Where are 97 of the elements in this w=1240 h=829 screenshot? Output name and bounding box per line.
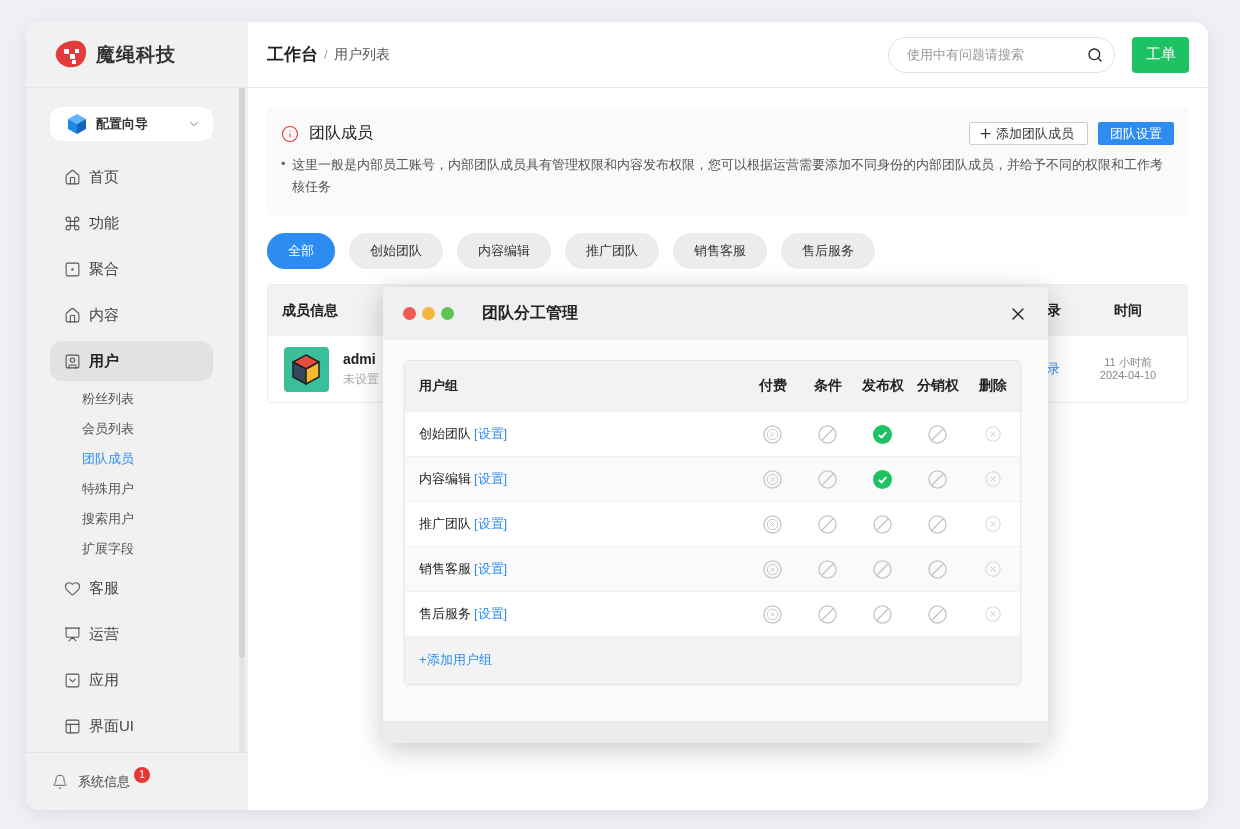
nav-item[interactable]: 聚合	[50, 249, 213, 289]
column-header: 发布权	[860, 377, 905, 395]
nav-item[interactable]: 运营	[50, 614, 213, 654]
breadcrumb-separator: /	[324, 47, 328, 62]
scrollbar[interactable]	[239, 88, 245, 752]
chart-board-icon	[64, 625, 81, 643]
record-link[interactable]: 录	[1047, 360, 1083, 378]
house-icon	[64, 306, 81, 324]
cube-avatar	[284, 346, 329, 392]
slash-circle-icon[interactable]	[928, 559, 947, 579]
nav-subitem[interactable]: 搜索用户	[50, 504, 213, 534]
slash-circle-icon[interactable]	[928, 514, 947, 534]
coupon-circle-icon[interactable]	[763, 604, 782, 624]
plus-icon	[978, 126, 993, 141]
coupon-circle-icon[interactable]	[763, 469, 782, 489]
slash-circle-icon[interactable]	[928, 604, 947, 624]
group-name: 售后服务 [设置]	[419, 605, 509, 623]
user-card-icon	[64, 352, 81, 370]
slash-circle-icon[interactable]	[818, 604, 837, 624]
nav-item[interactable]: 应用	[50, 660, 213, 700]
search-field[interactable]: 使用中有问题请搜索	[888, 36, 1115, 73]
search-icon[interactable]	[1087, 46, 1103, 63]
filter-tab[interactable]: 内容编辑	[457, 233, 551, 269]
chevron-square-icon	[64, 671, 81, 689]
slash-circle-icon[interactable]	[928, 424, 947, 444]
layout-icon	[64, 717, 81, 735]
slash-circle-icon[interactable]	[818, 559, 837, 579]
delete-icon[interactable]	[984, 516, 1001, 532]
group-name: 创始团队 [设置]	[419, 425, 509, 443]
column-header: 录	[1047, 301, 1062, 320]
filter-tab[interactable]: 推广团队	[565, 233, 659, 269]
guide-dropdown[interactable]: 配置向导	[50, 107, 213, 141]
notice-text: 这里一般是内部员工账号，内部团队成员具有管理权限和内容发布权限，您可以根据运营需要添加不同身份的内部团队成员，并给予不同的权限和工作考核任务	[291, 156, 1164, 196]
nav-item[interactable]: 客服	[50, 568, 213, 608]
filter-tab[interactable]: 售后服务	[781, 233, 875, 269]
member-subtitle: 未设置	[343, 370, 379, 388]
relative-time: 11 小时前	[1104, 356, 1152, 369]
count-badge: 1	[134, 766, 150, 783]
window-control-dot[interactable]	[422, 307, 435, 320]
date-text: 2024-04-10	[1099, 369, 1157, 382]
page-title: 工作台	[267, 44, 318, 66]
nav-item[interactable]: 界面UI	[50, 706, 213, 746]
column-header: 用户组	[419, 377, 459, 395]
house-icon	[64, 168, 81, 186]
cube-icon	[66, 113, 88, 135]
delete-icon[interactable]	[984, 561, 1001, 577]
column-header: 成员信息	[282, 301, 338, 320]
coupon-circle-icon[interactable]	[763, 424, 782, 444]
slash-circle-icon[interactable]	[818, 424, 837, 444]
delete-icon[interactable]	[984, 471, 1001, 487]
nav-subitem[interactable]: 特殊用户	[50, 474, 213, 504]
nav-item[interactable]: 内容	[50, 295, 213, 335]
nav-item[interactable]: 首页	[50, 157, 213, 197]
delete-icon[interactable]	[984, 606, 1001, 622]
nav-item[interactable]: 功能	[50, 203, 213, 243]
column-header: 条件	[812, 377, 843, 395]
heart-icon	[64, 579, 81, 597]
dialog-title: 团队分工管理	[482, 303, 579, 323]
breadcrumb-item: 用户列表	[333, 45, 391, 64]
column-header: 删除	[977, 377, 1008, 395]
add-member-button[interactable]: 添加团队成员	[969, 122, 1088, 145]
filter-tab[interactable]: 创始团队	[349, 233, 443, 269]
slash-circle-icon[interactable]	[928, 469, 947, 489]
slash-circle-icon[interactable]	[818, 469, 837, 489]
check-icon[interactable]	[873, 469, 892, 489]
bullet-marker: •	[281, 155, 286, 173]
nav-subitem[interactable]: 粉丝列表	[50, 384, 213, 414]
brand-name: 魔绳科技	[96, 42, 176, 67]
notification-label[interactable]: 系统信息	[78, 772, 130, 791]
nav-subitem[interactable]: 会员列表	[50, 414, 213, 444]
group-name: 内容编辑 [设置]	[419, 470, 509, 488]
settings-link[interactable]: [设置]	[474, 426, 508, 441]
column-header: 时间	[1113, 301, 1143, 320]
slash-circle-icon[interactable]	[818, 514, 837, 534]
slash-circle-icon[interactable]	[873, 559, 892, 579]
info-icon	[281, 124, 299, 143]
column-header: 分销权	[915, 377, 960, 395]
group-name: 销售客服 [设置]	[419, 560, 509, 578]
settings-link[interactable]: [设置]	[474, 516, 508, 531]
nav-item[interactable]: 用户	[50, 341, 213, 381]
window-control-dot[interactable]	[441, 307, 454, 320]
coupon-circle-icon[interactable]	[763, 559, 782, 579]
command-icon	[64, 214, 81, 232]
group-name: 推广团队 [设置]	[419, 515, 509, 533]
check-icon[interactable]	[873, 424, 892, 444]
delete-icon[interactable]	[984, 426, 1001, 442]
bell-icon[interactable]	[52, 773, 68, 790]
slash-circle-icon[interactable]	[873, 604, 892, 624]
filter-tab[interactable]: 销售客服	[673, 233, 767, 269]
nav-subitem[interactable]: 扩展字段	[50, 534, 213, 564]
window-control-dot[interactable]	[403, 307, 416, 320]
slash-circle-icon[interactable]	[873, 514, 892, 534]
member-name: admi	[343, 350, 377, 367]
settings-link[interactable]: [设置]	[474, 606, 508, 621]
coupon-circle-icon[interactable]	[763, 514, 782, 534]
column-header: 付费	[757, 377, 788, 395]
notice-title: 团队成员	[309, 123, 374, 143]
